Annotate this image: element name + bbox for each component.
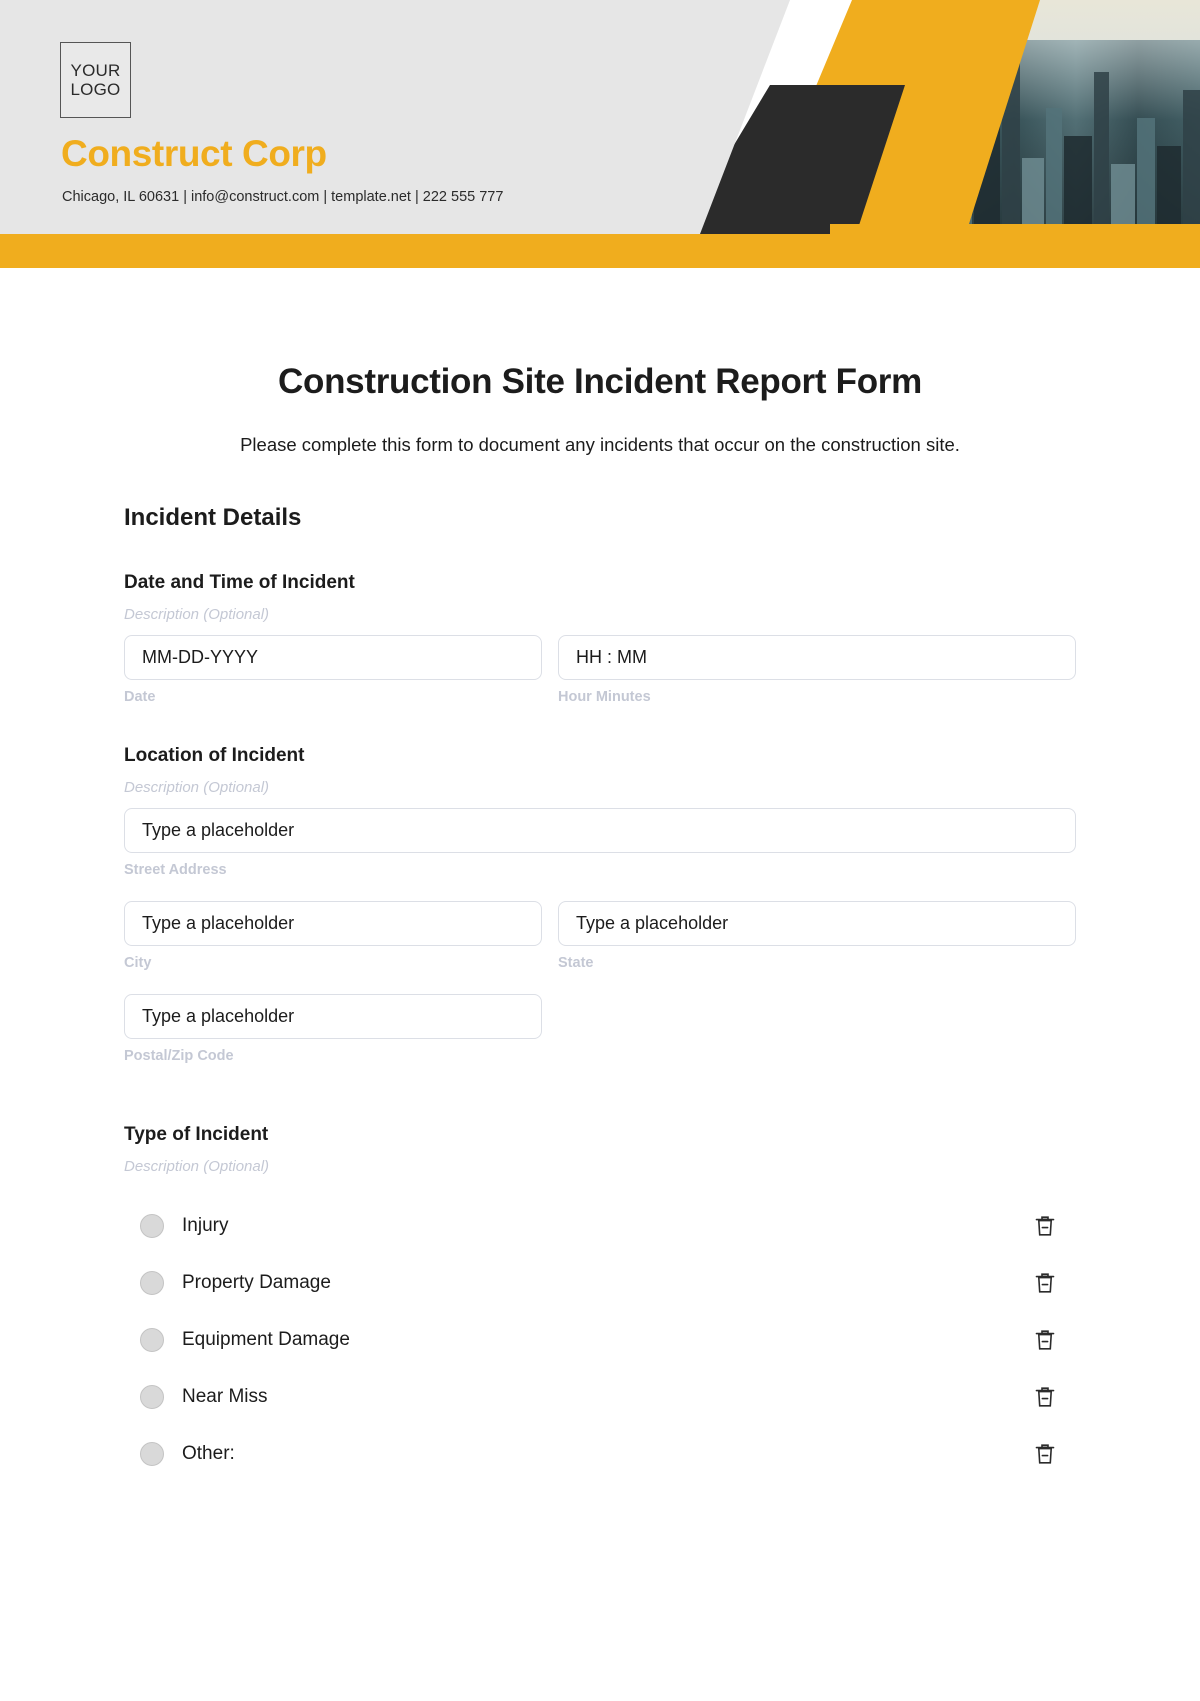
date-sublabel: Date: [124, 689, 156, 705]
section-title-incident-details: Incident Details: [124, 504, 302, 531]
postal-row-spacer: [558, 994, 1076, 1064]
option-label: Near Miss: [182, 1385, 268, 1407]
street-address-input[interactable]: Type a placeholder: [124, 808, 1076, 853]
incident-type-option[interactable]: Other:: [124, 1425, 1076, 1482]
datetime-input-row: MM-DD-YYYY Date HH : MM Hour Minutes: [124, 635, 1076, 705]
logo-line-2: LOGO: [70, 80, 121, 99]
trash-icon[interactable]: [1034, 1385, 1056, 1409]
postal-code-input[interactable]: Type a placeholder: [124, 994, 542, 1039]
radio-button-icon[interactable]: [140, 1327, 164, 1352]
radio-button-icon[interactable]: [140, 1213, 164, 1238]
field-group-incident-type: Type of Incident Description (Optional) …: [124, 1124, 1076, 1482]
field-label-datetime: Date and Time of Incident: [124, 572, 355, 593]
date-field-wrapper: MM-DD-YYYY Date: [124, 635, 542, 705]
document-body: Construction Site Incident Report Form P…: [0, 362, 1200, 1482]
field-description-datetime: Description (Optional): [124, 606, 270, 623]
time-input[interactable]: HH : MM: [558, 635, 1076, 680]
incident-type-option[interactable]: Property Damage: [124, 1254, 1076, 1311]
postal-code-wrapper: Type a placeholder Postal/Zip Code: [124, 994, 542, 1064]
trash-icon[interactable]: [1034, 1214, 1056, 1238]
trash-icon[interactable]: [1034, 1442, 1056, 1466]
incident-type-option[interactable]: Injury: [124, 1197, 1076, 1254]
time-field-wrapper: HH : MM Hour Minutes: [558, 635, 1076, 705]
field-label-incident-type: Type of Incident: [124, 1124, 269, 1145]
city-input[interactable]: Type a placeholder: [124, 901, 542, 946]
city-state-row: Type a placeholder City Type a placehold…: [124, 901, 1076, 971]
field-label-location: Location of Incident: [124, 745, 305, 766]
field-description-location: Description (Optional): [124, 779, 270, 796]
field-group-location: Location of Incident Description (Option…: [124, 745, 1076, 1064]
radio-button-icon[interactable]: [140, 1384, 164, 1409]
city-sublabel: City: [124, 955, 152, 971]
incident-type-option[interactable]: Near Miss: [124, 1368, 1076, 1425]
radio-button-icon[interactable]: [140, 1441, 164, 1466]
field-description-incident-type: Description (Optional): [124, 1158, 270, 1175]
page-title: Construction Site Incident Report Form: [278, 362, 922, 401]
radio-button-icon[interactable]: [140, 1270, 164, 1295]
field-group-datetime: Date and Time of Incident Description (O…: [124, 572, 1076, 705]
trash-icon[interactable]: [1034, 1328, 1056, 1352]
brand-contact: Chicago, IL 60631 | info@construct.com |…: [62, 189, 504, 205]
logo-line-1: YOUR: [70, 60, 121, 80]
street-address-wrapper: Type a placeholder Street Address: [124, 808, 1076, 878]
postal-code-row: Type a placeholder Postal/Zip Code: [124, 994, 1076, 1064]
state-input[interactable]: Type a placeholder: [558, 901, 1076, 946]
street-address-row: Type a placeholder Street Address: [124, 808, 1076, 878]
option-label: Equipment Damage: [182, 1328, 350, 1350]
option-label: Other:: [182, 1442, 235, 1464]
option-label: Property Damage: [182, 1271, 331, 1293]
document-header: YOUR LOGO Construct Corp Chicago, IL 606…: [0, 0, 1200, 268]
incident-type-option-list: Injury Property Damage Equipment Damage …: [124, 1197, 1076, 1482]
trash-icon[interactable]: [1034, 1271, 1056, 1295]
logo-placeholder: YOUR LOGO: [60, 42, 131, 118]
page-subtitle: Please complete this form to document an…: [240, 434, 960, 455]
brand-name: Construct Corp: [61, 133, 327, 174]
city-wrapper: Type a placeholder City: [124, 901, 542, 971]
state-wrapper: Type a placeholder State: [558, 901, 1076, 971]
time-sublabel: Hour Minutes: [558, 689, 651, 705]
street-address-sublabel: Street Address: [124, 862, 227, 878]
date-input[interactable]: MM-DD-YYYY: [124, 635, 542, 680]
option-label: Injury: [182, 1214, 229, 1236]
state-sublabel: State: [558, 955, 594, 971]
postal-code-sublabel: Postal/Zip Code: [124, 1048, 234, 1064]
incident-type-option[interactable]: Equipment Damage: [124, 1311, 1076, 1368]
